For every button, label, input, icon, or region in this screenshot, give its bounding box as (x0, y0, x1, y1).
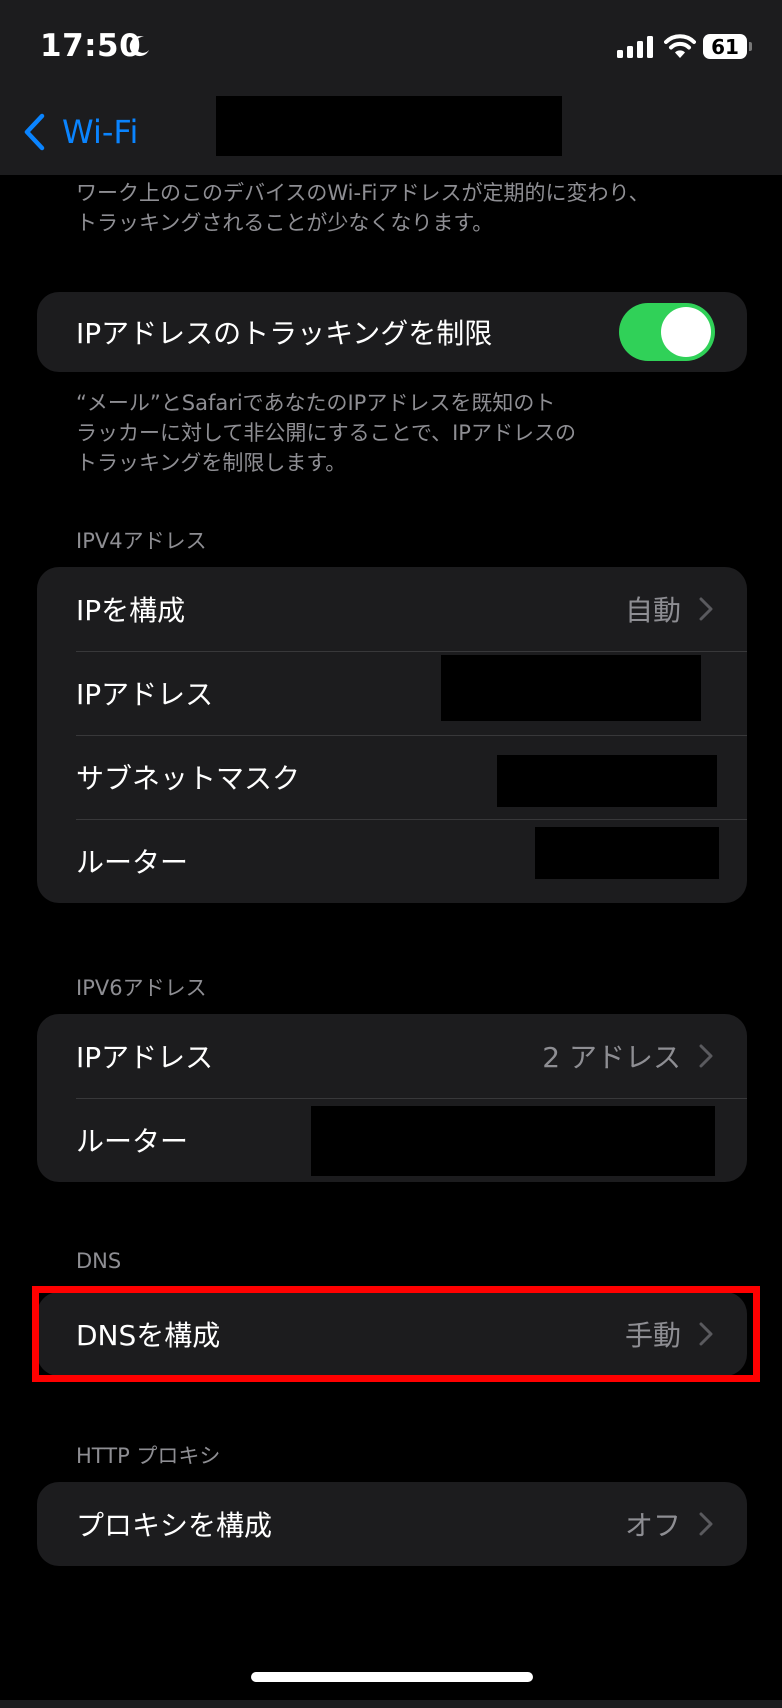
configure-proxy-value: オフ (624, 1509, 681, 1542)
proxy-group: プロキシを構成 オフ (37, 1482, 747, 1566)
ipv4-address-row: IPアドレス (37, 651, 747, 735)
limit-ip-tracking-label: IPアドレスのトラッキングを制限 (76, 317, 493, 350)
subnet-mask-row: サブネットマスク (37, 735, 747, 819)
configure-ip-row[interactable]: IPを構成 自動 (37, 567, 747, 651)
ipv6-address-value: 2 アドレス (542, 1041, 681, 1074)
configure-ip-label: IPを構成 (76, 594, 186, 627)
battery-cap (749, 42, 752, 51)
footer-line: ラッカーに対して非公開にすることで、IPアドレスの (76, 421, 576, 445)
redacted-network-name (216, 96, 562, 156)
ipv4-router-row: ルーター (37, 819, 747, 903)
battery-icon: 61 (703, 34, 747, 59)
redacted-value (535, 827, 719, 879)
redacted-value (497, 755, 717, 807)
limit-ip-tracking-toggle[interactable] (619, 303, 715, 361)
moon-icon (129, 36, 149, 57)
tracking-group: IPアドレスのトラッキングを制限 (37, 292, 747, 372)
ipv6-router-row: ルーター (37, 1098, 747, 1182)
ipv6-group: IPアドレス 2 アドレス ルーター (37, 1014, 747, 1182)
redacted-value (311, 1106, 715, 1176)
chevron-right-icon (699, 1512, 713, 1536)
note-line: トラッキングされることが少なくなります。 (76, 211, 494, 235)
wifi-icon (664, 34, 696, 58)
back-label: Wi-Fi (62, 113, 139, 151)
limit-ip-tracking-row: IPアドレスのトラッキングを制限 (37, 292, 747, 372)
configure-proxy-row[interactable]: プロキシを構成 オフ (37, 1482, 747, 1566)
home-indicator[interactable] (251, 1672, 533, 1682)
ipv6-address-label: IPアドレス (76, 1041, 214, 1074)
note-line: ワーク上のこのデバイスのWi-Fiアドレスが定期的に変わり、 (76, 181, 650, 205)
bottom-strip (0, 1700, 782, 1708)
top-bar: 17:50 61 Wi-Fi (0, 0, 782, 175)
dns-header: DNS (76, 1249, 122, 1273)
back-button[interactable]: Wi-Fi (22, 112, 138, 152)
proxy-header: HTTP プロキシ (76, 1444, 221, 1468)
ipv4-group: IPを構成 自動 IPアドレス サブネットマスク ルーター (37, 567, 747, 903)
footer-line: トラッキングを制限します。 (76, 451, 347, 475)
dns-highlight-box (32, 1286, 760, 1382)
tracking-footer: “メール”とSafariであなたのIPアドレスを既知のト ラッカーに対して非公開… (76, 388, 726, 478)
footer-line: “メール”とSafariであなたのIPアドレスを既知のト (76, 391, 556, 415)
configure-proxy-label: プロキシを構成 (76, 1509, 273, 1542)
chevron-left-icon (24, 113, 45, 151)
configure-ip-value: 自動 (624, 594, 681, 627)
ipv6-address-row[interactable]: IPアドレス 2 アドレス (37, 1014, 747, 1098)
ipv6-header: IPV6アドレス (76, 976, 207, 1000)
status-time: 17:50 (40, 28, 142, 64)
redacted-value (441, 655, 701, 721)
signal-icon (617, 36, 653, 58)
chevron-right-icon (699, 1044, 713, 1068)
ipv4-header: IPV4アドレス (76, 529, 207, 553)
toggle-knob (661, 307, 711, 357)
chevron-right-icon (699, 597, 713, 621)
